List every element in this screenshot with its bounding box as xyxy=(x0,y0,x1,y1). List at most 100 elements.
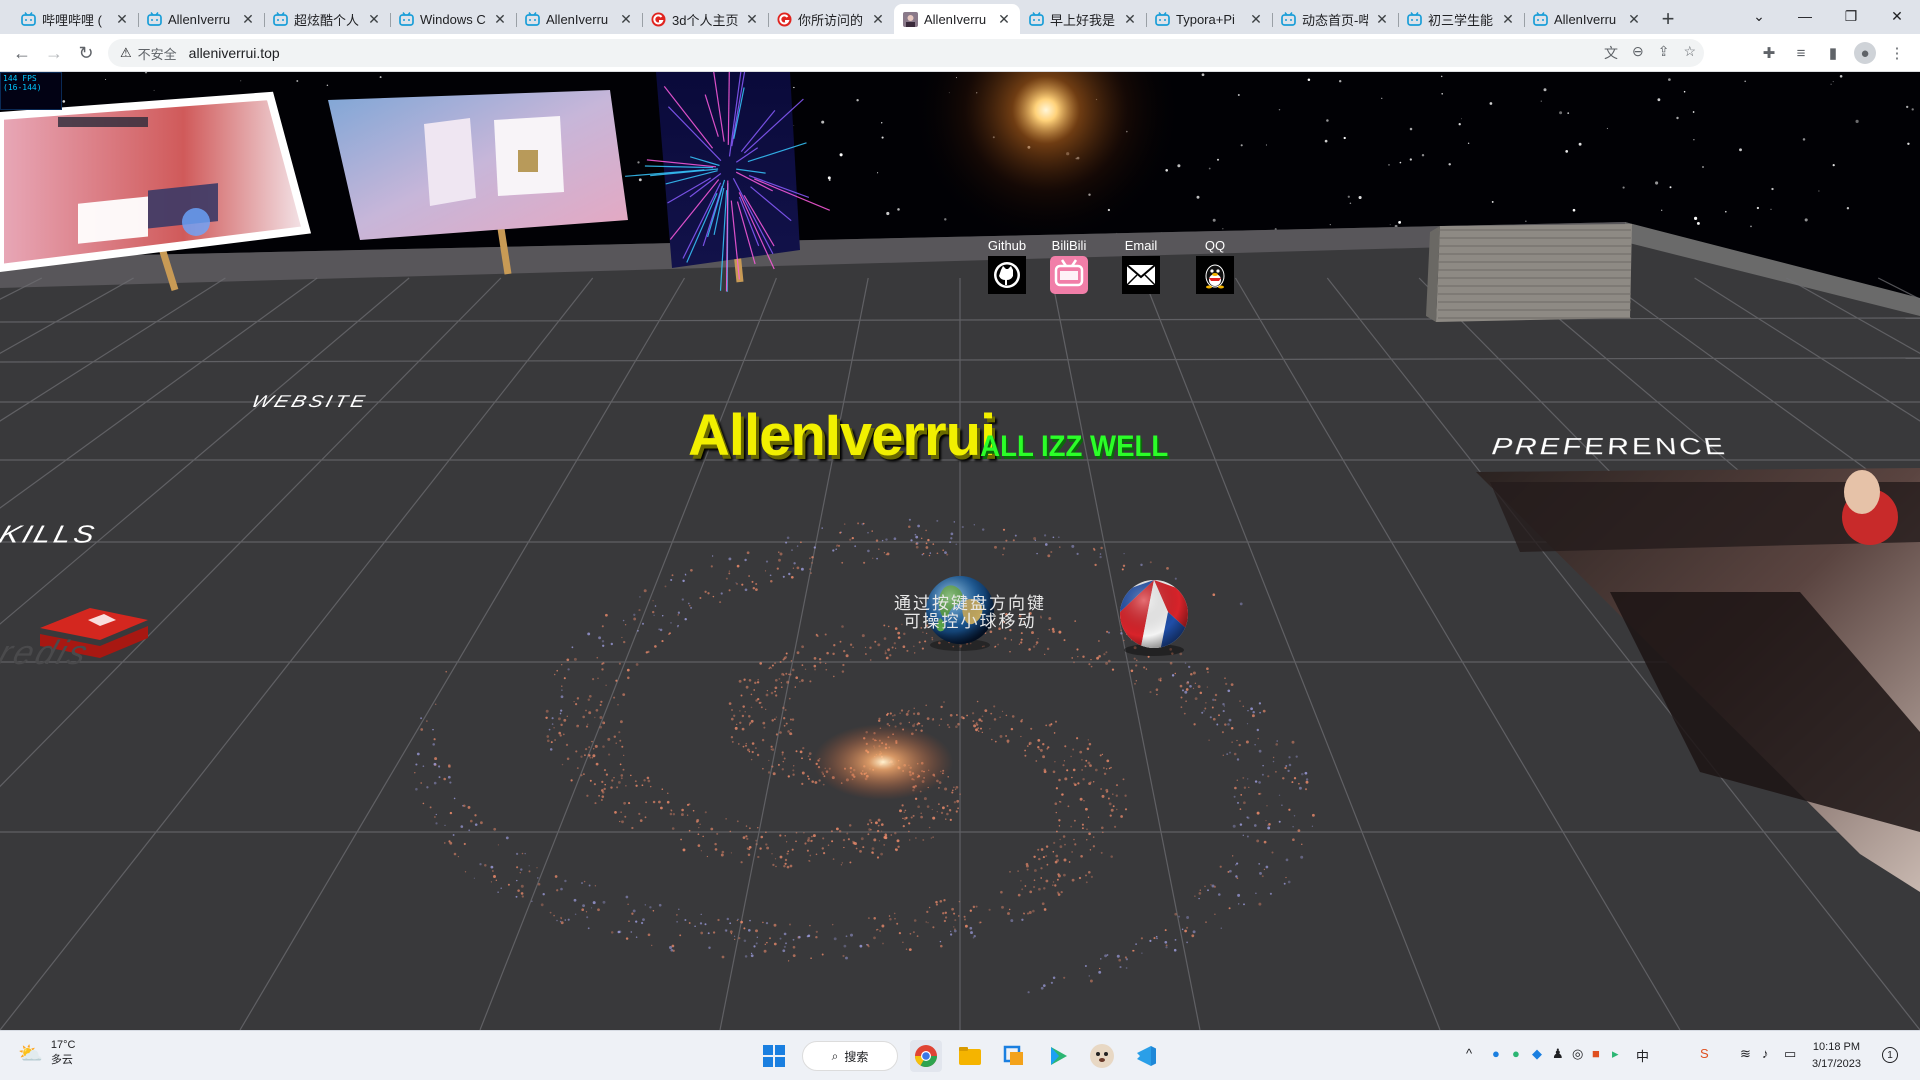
qq-penguin-icon[interactable] xyxy=(1196,256,1234,294)
security-label[interactable]: 不安全 xyxy=(138,44,177,63)
browser-tab[interactable]: AllenIverru ✕ xyxy=(1524,4,1650,34)
taskbar-search[interactable]: ⌕ 搜索 xyxy=(802,1041,898,1071)
wifi-icon[interactable]: ≋ xyxy=(1740,1046,1751,1062)
control-hint: 通过按键盘方向键 可操控小球移动 xyxy=(850,595,1090,631)
tab-close-icon[interactable]: ✕ xyxy=(114,11,130,28)
browser-tab[interactable]: Windows C ✕ xyxy=(390,4,516,34)
tab-title: 你所访问的 xyxy=(798,12,864,28)
url-text[interactable]: alleniverrui.top xyxy=(189,45,280,61)
profile-avatar-icon[interactable]: ● xyxy=(1854,42,1876,64)
browser-tab[interactable]: 你所访问的 ✕ xyxy=(768,4,894,34)
close-window-button[interactable]: ✕ xyxy=(1874,0,1920,32)
system-clock[interactable]: 10:18 PM 3/17/2023 xyxy=(1812,1039,1861,1073)
tab-title: AllenIverru xyxy=(168,11,231,27)
omnibox[interactable]: ⚠ 不安全 alleniverrui.top 文 ⊖ ⇪ ☆ xyxy=(108,39,1704,67)
github-icon[interactable] xyxy=(988,256,1026,294)
tab-close-icon[interactable]: ✕ xyxy=(870,11,886,28)
browser-menu-icon[interactable]: ⋮ xyxy=(1886,42,1908,64)
control-hint-line2: 可操控小球移动 xyxy=(903,612,1037,631)
file-explorer-icon[interactable] xyxy=(954,1040,986,1072)
zoom-icon[interactable]: ⊖ xyxy=(1632,43,1644,63)
tab-close-icon[interactable]: ✕ xyxy=(1374,11,1390,28)
media-player-icon[interactable] xyxy=(1042,1040,1074,1072)
tab-title: 早上好我是 xyxy=(1050,12,1116,28)
floor-label-website: WEBSITE xyxy=(247,392,370,412)
dog-avatar-app-icon[interactable] xyxy=(1086,1040,1118,1072)
vscode-icon[interactable] xyxy=(1130,1040,1162,1072)
browser-tab[interactable]: 动态首页-哔 ✕ xyxy=(1272,4,1398,34)
tab-title: 初三学生能 xyxy=(1428,12,1494,28)
start-windows-icon[interactable] xyxy=(758,1040,790,1072)
email-icon[interactable] xyxy=(1122,256,1160,294)
bilibili-icon[interactable] xyxy=(1050,256,1088,294)
tray-chevron-up-icon[interactable]: ^ xyxy=(1466,1046,1472,1061)
browser-tab[interactable]: AllenIverru ✕ xyxy=(516,4,642,34)
tab-close-icon[interactable]: ✕ xyxy=(240,11,256,28)
tab-close-icon[interactable]: ✕ xyxy=(1626,11,1642,28)
share-icon[interactable]: ⇪ xyxy=(1658,43,1670,63)
tab-strip: 哔哩哔哩 (✕ AllenIverru ✕ 超炫酷个人 ✕ Windows C ✕ Allen… xyxy=(0,0,1920,34)
tab-close-icon[interactable]: ✕ xyxy=(618,11,634,28)
tab-title: 哔哩哔哩 ( xyxy=(42,12,102,28)
tray-app5-icon[interactable]: ◎ xyxy=(1572,1046,1583,1062)
tab-close-icon[interactable]: ✕ xyxy=(1248,11,1264,28)
browser-tab[interactable]: 3d个人主页 ✕ xyxy=(642,4,768,34)
tray-qq-icon[interactable]: ♟ xyxy=(1552,1046,1564,1062)
multitask-app-icon[interactable] xyxy=(998,1040,1030,1072)
tab-close-icon[interactable]: ✕ xyxy=(1500,11,1516,28)
tray-app6-icon[interactable]: ■ xyxy=(1592,1046,1600,1061)
tray-app1-icon[interactable]: ● xyxy=(1492,1046,1500,1061)
tab-close-icon[interactable]: ✕ xyxy=(1122,11,1138,28)
translate-icon[interactable]: 文 xyxy=(1604,43,1618,63)
warning-icon[interactable]: ⚠ xyxy=(120,45,132,61)
tab-close-icon[interactable]: ✕ xyxy=(744,11,760,28)
browser-tab[interactable]: AllenIverru ✕ xyxy=(894,4,1020,34)
tab-close-icon[interactable]: ✕ xyxy=(366,11,382,28)
new-tab-button[interactable]: + xyxy=(1650,4,1686,34)
minimize-button[interactable]: — xyxy=(1782,0,1828,32)
tab-search-chevron-icon[interactable]: ⌄ xyxy=(1736,0,1782,32)
browser-tab[interactable]: 超炫酷个人 ✕ xyxy=(264,4,390,34)
weather-temp: 17°C xyxy=(50,1039,76,1051)
bilibili-tv-icon xyxy=(398,11,414,27)
tab-close-icon[interactable]: ✕ xyxy=(492,11,508,28)
browser-tab[interactable]: 早上好我是 ✕ xyxy=(1020,4,1146,34)
tray-app7-icon[interactable]: ▸ xyxy=(1612,1046,1619,1062)
browser-tab[interactable]: 哔哩哔哩 ( ✕ xyxy=(12,4,138,34)
social-label-qq: QQ xyxy=(1204,238,1226,253)
bilibili-tv-icon xyxy=(1406,11,1422,27)
tab-title: Typora+Pi xyxy=(1176,11,1235,27)
bilibili-tv-icon xyxy=(1532,11,1548,27)
social-label-github: Github xyxy=(987,238,1027,253)
browser-tab[interactable]: 初三学生能 ✕ xyxy=(1398,4,1524,34)
notification-badge[interactable]: 1 xyxy=(1882,1047,1898,1063)
stone-wall-block[interactable] xyxy=(1426,224,1632,322)
side-panel-icon[interactable]: ▮ xyxy=(1822,42,1844,64)
volume-icon[interactable]: ♪ xyxy=(1762,1046,1769,1061)
tab-title: AllenIverru xyxy=(546,11,609,27)
reading-list-icon[interactable]: ≡ xyxy=(1790,42,1812,64)
fps-monitor: 144 FPS (16-144) xyxy=(0,72,62,110)
tray-app8-icon[interactable]: S xyxy=(1700,1046,1709,1061)
back-button[interactable]: ← xyxy=(8,40,36,66)
tab-close-icon[interactable]: ✕ xyxy=(996,11,1012,28)
bilibili-tv-icon xyxy=(524,11,540,27)
tab-title: 动态首页-哔 xyxy=(1302,12,1368,28)
extensions-puzzle-icon[interactable]: ✚ xyxy=(1758,42,1780,64)
tray-app2-icon[interactable]: ● xyxy=(1512,1046,1520,1061)
ime-label[interactable]: 中 xyxy=(1636,1046,1649,1065)
browser-tab[interactable]: Typora+Pi ✕ xyxy=(1146,4,1272,34)
restore-button[interactable]: ❐ xyxy=(1828,0,1874,32)
browser-tab[interactable]: AllenIverru ✕ xyxy=(138,4,264,34)
battery-icon[interactable]: ▭ xyxy=(1784,1046,1796,1062)
social-label-bilibili: BiliBili xyxy=(1051,238,1087,253)
webgl-scene[interactable]: 144 FPS (16-144) Github BiliBili Email QQ W… xyxy=(0,72,1920,1030)
forward-button[interactable]: → xyxy=(40,40,68,66)
reload-button[interactable]: ↻ xyxy=(72,40,100,66)
chrome-app-icon[interactable] xyxy=(910,1040,942,1072)
tab-title: 超炫酷个人 xyxy=(294,12,360,28)
tray-app3-icon[interactable]: ◆ xyxy=(1532,1046,1542,1062)
weather-widget[interactable]: ⛅ 17°C 多云 xyxy=(18,1039,75,1067)
bookmark-star-icon[interactable]: ☆ xyxy=(1683,43,1696,63)
scene-canvas[interactable] xyxy=(0,72,1920,1030)
